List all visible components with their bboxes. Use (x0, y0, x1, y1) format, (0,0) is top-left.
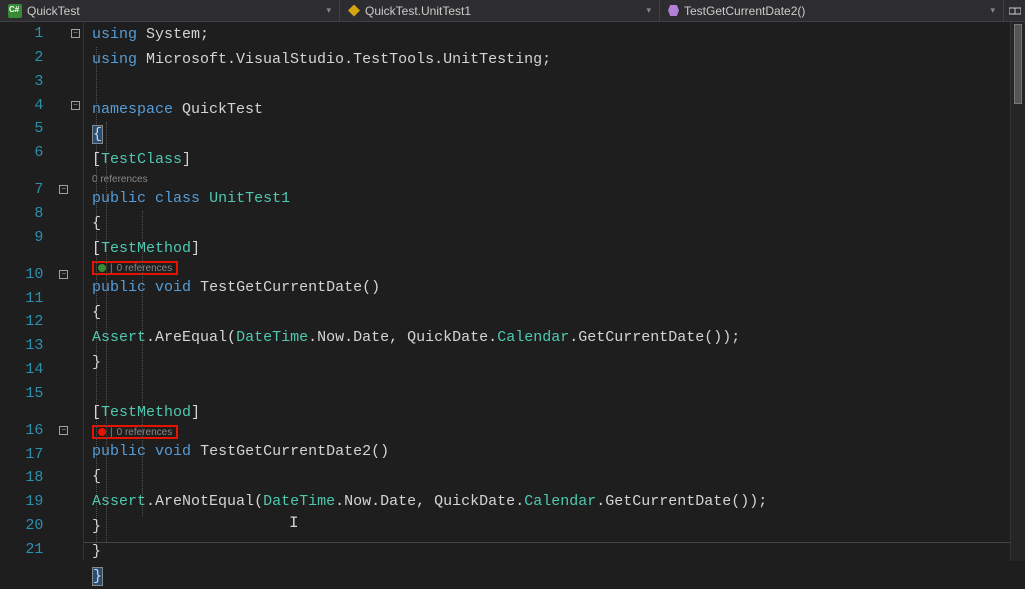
code-line[interactable]: } (84, 350, 1025, 375)
member-dropdown[interactable]: TestGetCurrentDate2() ▾ (660, 0, 1003, 21)
line-number: 2 (0, 49, 59, 66)
chevron-down-icon: ▾ (990, 5, 995, 16)
line-number: 17 (0, 446, 59, 463)
code-line[interactable] (84, 72, 1025, 97)
vertical-scrollbar[interactable] (1010, 22, 1025, 561)
chevron-down-icon: ▾ (646, 5, 651, 16)
line-number: 11 (0, 290, 59, 307)
method-icon (668, 5, 679, 16)
test-fail-icon (98, 428, 106, 436)
code-line[interactable] (84, 375, 1025, 400)
line-number: 10 (0, 266, 59, 283)
line-number: 13 (0, 337, 59, 354)
line-number: 19 (0, 493, 59, 510)
code-line[interactable]: [TestClass] (84, 147, 1025, 172)
code-line[interactable]: [TestMethod] (84, 400, 1025, 425)
split-editor-button[interactable] (1003, 0, 1025, 22)
fold-toggle[interactable] (59, 426, 68, 435)
code-line[interactable]: { (84, 464, 1025, 489)
fold-toggle[interactable] (71, 101, 80, 110)
member-name: TestGetCurrentDate2() (684, 4, 805, 18)
line-number: 12 (0, 313, 59, 330)
code-line[interactable]: { (84, 300, 1025, 325)
codelens[interactable]: |0 references (84, 425, 1025, 439)
codelens[interactable]: |0 references (84, 261, 1025, 275)
line-number: 16 (0, 422, 59, 439)
code-line[interactable]: public void TestGetCurrentDate() (84, 275, 1025, 300)
class-icon (348, 5, 360, 17)
navigation-bar: QuickTest ▾ QuickTest.UnitTest1 ▾ TestGe… (0, 0, 1025, 22)
test-status-annotation: |0 references (92, 261, 178, 275)
code-line[interactable]: [TestMethod] (84, 236, 1025, 261)
line-number: 5 (0, 120, 59, 137)
current-line-indicator (84, 542, 1010, 545)
code-line[interactable]: using System; (84, 22, 1025, 47)
line-number: 15 (0, 385, 59, 402)
code-line[interactable]: using Microsoft.VisualStudio.TestTools.U… (84, 47, 1025, 72)
split-icon (1009, 5, 1021, 17)
line-number: 3 (0, 73, 59, 90)
fold-toggle[interactable] (59, 185, 68, 194)
line-number: 6 (0, 144, 59, 161)
csharp-icon (8, 4, 22, 18)
class-dropdown[interactable]: QuickTest.UnitTest1 ▾ (340, 0, 660, 21)
line-number: 14 (0, 361, 59, 378)
test-status-annotation: |0 references (92, 425, 178, 439)
code-line[interactable]: Assert.AreEqual(DateTime.Now.Date, Quick… (84, 325, 1025, 350)
scroll-thumb[interactable] (1014, 24, 1022, 104)
line-number: 8 (0, 205, 59, 222)
code-editor[interactable]: 1 2 3 4 5 6 7 8 9 10 11 12 13 14 15 16 1… (0, 22, 1025, 561)
line-number: 7 (0, 181, 59, 198)
code-line[interactable]: { (84, 122, 1025, 147)
line-number: 21 (0, 541, 59, 558)
project-dropdown[interactable]: QuickTest ▾ (0, 0, 340, 21)
code-line[interactable]: } (84, 514, 1025, 539)
project-name: QuickTest (27, 4, 80, 18)
chevron-down-icon: ▾ (326, 5, 331, 16)
code-line[interactable]: } (84, 564, 1025, 589)
class-name: QuickTest.UnitTest1 (365, 4, 471, 18)
line-number: 4 (0, 97, 59, 114)
line-number: 1 (0, 25, 59, 42)
code-line[interactable]: public class UnitTest1 (84, 186, 1025, 211)
code-line[interactable]: public void TestGetCurrentDate2() (84, 439, 1025, 464)
code-line[interactable]: { (84, 211, 1025, 236)
codelens[interactable]: 0 references (84, 172, 1025, 186)
fold-toggle[interactable] (59, 270, 68, 279)
code-line[interactable]: Assert.AreNotEqual(DateTime.Now.Date, Qu… (84, 489, 1025, 514)
line-number: 20 (0, 517, 59, 534)
line-number: 9 (0, 229, 59, 246)
line-number: 18 (0, 469, 59, 486)
gutter: 1 2 3 4 5 6 7 8 9 10 11 12 13 14 15 16 1… (0, 22, 84, 561)
code-content[interactable]: using System; using Microsoft.VisualStud… (84, 22, 1025, 561)
test-pass-icon (98, 264, 106, 272)
fold-toggle[interactable] (71, 29, 80, 38)
code-line[interactable]: namespace QuickTest (84, 97, 1025, 122)
